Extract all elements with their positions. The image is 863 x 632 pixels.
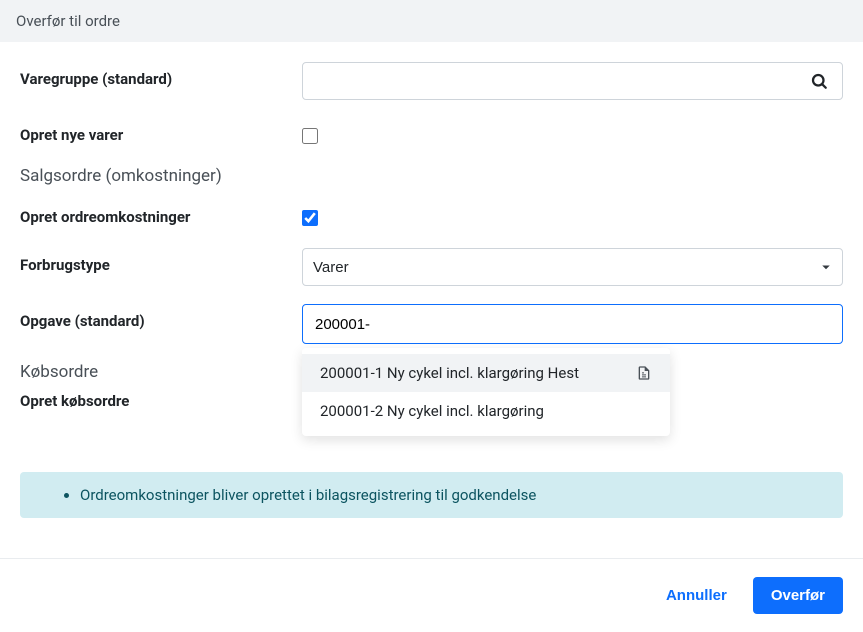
opret-nye-varer-wrap (302, 118, 843, 148)
section-salgsordre-title: Salgsordre (omkostninger) (20, 166, 843, 186)
row-opret-ordreomkostninger: Opret ordreomkostninger (20, 200, 843, 230)
forbrugstype-select[interactable]: Varer (302, 248, 843, 286)
opgave-suggestions-dropdown: 200001-1 Ny cykel incl. klargøring Hest … (302, 348, 670, 436)
modal-header: Overfør til ordre (0, 0, 863, 42)
varegruppe-search-button[interactable] (806, 68, 832, 94)
forbrugstype-wrap: Varer (302, 248, 843, 286)
label-forbrugstype: Forbrugstype (20, 248, 302, 274)
opret-nye-varer-checkbox[interactable] (302, 128, 318, 144)
suggestion-label: 200001-2 Ny cykel incl. klargøring (320, 402, 652, 420)
label-varegruppe: Varegruppe (standard) (20, 62, 302, 88)
info-message: Ordreomkostninger bliver oprettet i bila… (80, 486, 536, 504)
opret-ordreomkostninger-wrap (302, 200, 843, 230)
modal-title: Overfør til ordre (16, 12, 120, 30)
suggestion-item[interactable]: 200001-1 Ny cykel incl. klargøring Hest (302, 354, 670, 392)
opgave-wrap: 200001-1 Ny cykel incl. klargøring Hest … (302, 304, 843, 344)
info-banner: Ordreomkostninger bliver oprettet i bila… (20, 472, 843, 518)
varegruppe-input[interactable] (313, 63, 806, 99)
varegruppe-field-wrap (302, 62, 843, 100)
label-opret-kobsordre: Opret købsordre (20, 392, 302, 410)
submit-button[interactable]: Overfør (753, 577, 843, 614)
row-forbrugstype: Forbrugstype Varer (20, 248, 843, 286)
cancel-button[interactable]: Annuller (654, 579, 739, 612)
search-icon (810, 72, 828, 90)
document-icon (636, 365, 652, 381)
opret-ordreomkostninger-checkbox[interactable] (302, 210, 318, 226)
modal-footer: Annuller Overfør (0, 558, 863, 632)
row-opgave: Opgave (standard) 200001-1 Ny cykel incl… (20, 304, 843, 344)
row-opret-nye-varer: Opret nye varer (20, 118, 843, 148)
opgave-input[interactable] (302, 304, 843, 344)
row-varegruppe: Varegruppe (standard) (20, 62, 843, 100)
varegruppe-search-field[interactable] (302, 62, 843, 100)
label-opret-nye-varer: Opret nye varer (20, 118, 302, 144)
suggestion-label: 200001-1 Ny cykel incl. klargøring Hest (320, 364, 628, 382)
suggestion-item[interactable]: 200001-2 Ny cykel incl. klargøring (302, 392, 670, 430)
modal-body: Varegruppe (standard) Opret nye varer Sa… (0, 42, 863, 528)
label-opret-ordreomkostninger: Opret ordreomkostninger (20, 200, 302, 226)
label-opgave: Opgave (standard) (20, 304, 302, 330)
